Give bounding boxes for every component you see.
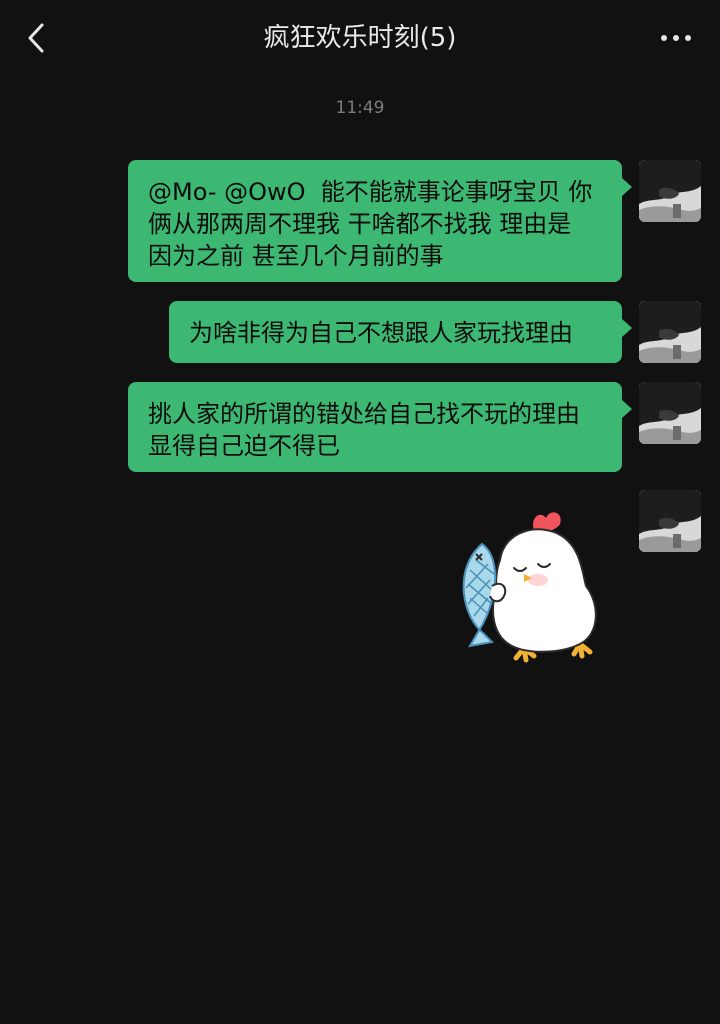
chat-title: 疯狂欢乐时刻(5) bbox=[263, 23, 457, 53]
avatar-image bbox=[639, 490, 701, 552]
message-bubble[interactable]: 为啥非得为自己不想跟人家玩找理由 bbox=[169, 301, 632, 363]
message-bubble[interactable]: @Mo- @OwO 能不能就事论事呀宝贝 你 俩从那两周不理我 干啥都不找我 理… bbox=[128, 160, 632, 282]
avatar-image bbox=[639, 382, 701, 444]
avatar-image bbox=[639, 301, 701, 363]
avatar[interactable] bbox=[639, 490, 701, 552]
sticker-message[interactable] bbox=[452, 500, 608, 666]
chick-holding-fish-sticker bbox=[462, 512, 597, 663]
top-bar: 疯狂欢乐时刻(5) bbox=[0, 0, 720, 76]
message-timestamp: 11:49 bbox=[335, 98, 385, 118]
avatar[interactable] bbox=[639, 382, 701, 444]
message-bubble[interactable]: 挑人家的所谓的错处给自己找不玩的理由 显得自己迫不得已 bbox=[128, 382, 632, 472]
avatar[interactable] bbox=[639, 160, 701, 222]
more-dots-icon bbox=[661, 35, 691, 41]
avatar[interactable] bbox=[639, 301, 701, 363]
more-options-button[interactable] bbox=[656, 20, 696, 56]
avatar-image bbox=[639, 160, 701, 222]
